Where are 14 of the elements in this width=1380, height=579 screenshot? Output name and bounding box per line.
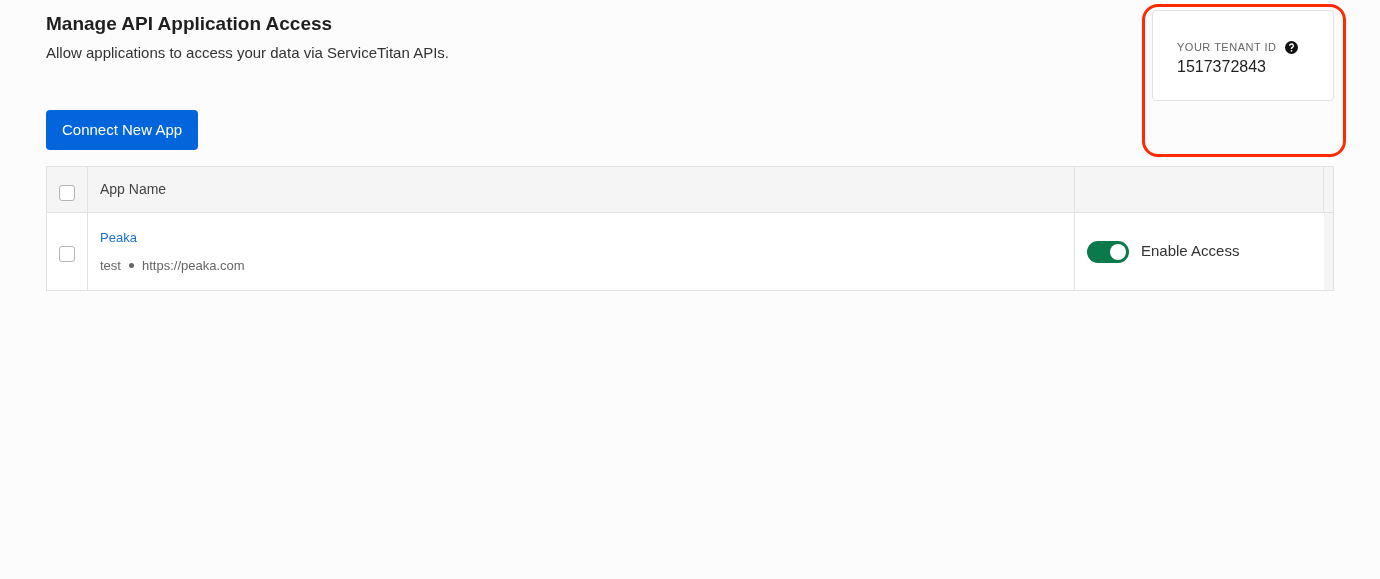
connect-new-app-button[interactable]: Connect New App xyxy=(46,110,199,150)
page-subtitle: Allow applications to access your data via ServiceTitan APIs. xyxy=(46,43,449,63)
tenant-id-label: YOUR TENANT ID xyxy=(1177,40,1277,55)
page-title: Manage API Application Access xyxy=(46,12,334,36)
help-icon[interactable] xyxy=(1284,40,1298,54)
column-header: App Name xyxy=(100,180,167,199)
tenant-id-value: 1517372843 xyxy=(1177,56,1267,77)
checkbox[interactable] xyxy=(59,245,75,262)
app-url: https://peaka.com xyxy=(141,256,245,275)
access-toggle[interactable] xyxy=(1087,240,1129,263)
access-label: Enable Access xyxy=(1141,241,1240,262)
app-description: test xyxy=(100,256,121,275)
checkbox[interactable] xyxy=(59,184,75,201)
app-name-link[interactable]: Peaka xyxy=(100,228,1062,248)
